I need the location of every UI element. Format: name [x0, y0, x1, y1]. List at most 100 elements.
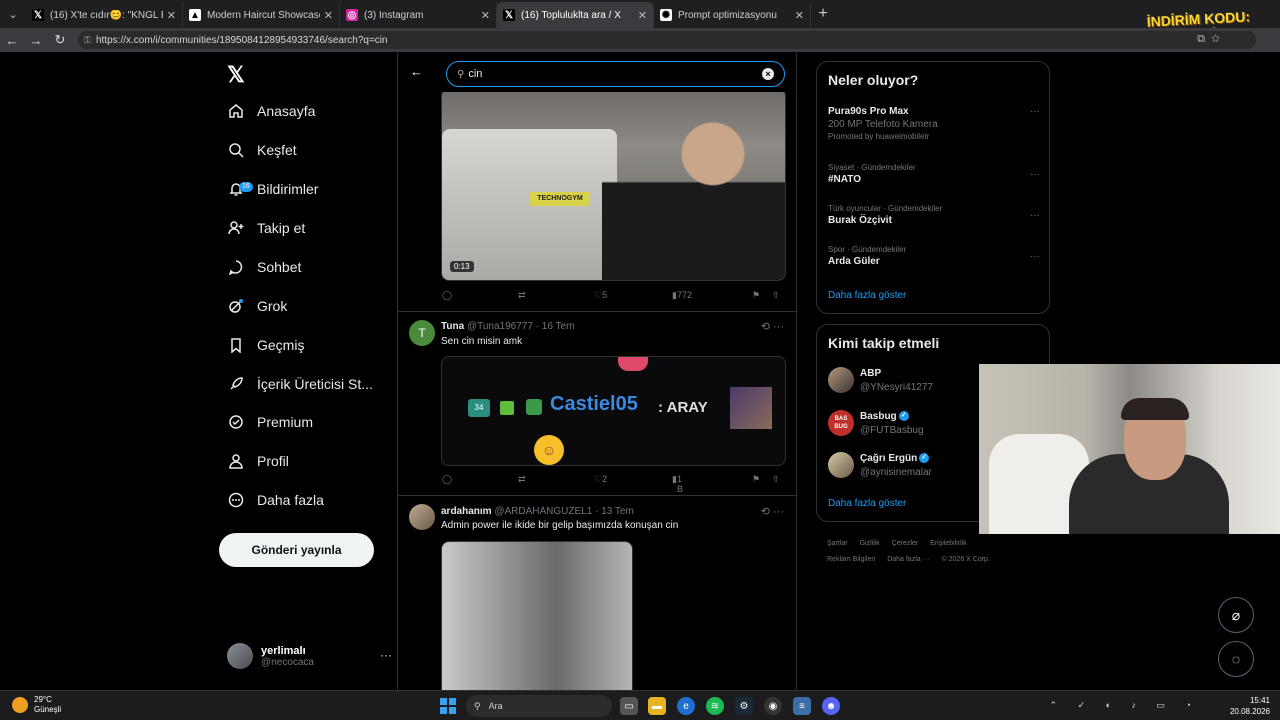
more-options-icon[interactable]: ⟲ ··· — [761, 505, 784, 518]
browser-tab-1[interactable]: ▲ Modern Haircut Showcase - Space ✕ — [183, 2, 340, 28]
chrome-icon[interactable]: ◉ — [764, 697, 782, 715]
tweet-handle[interactable]: @Tuna196777 — [467, 321, 533, 332]
browser-tab-4[interactable]: ✺ Prompt optimizasyonu ✕ — [654, 2, 811, 28]
nav-item-follow[interactable]: Takip et — [227, 213, 305, 243]
spotify-icon[interactable]: ≋ — [706, 697, 724, 715]
reply-icon[interactable]: ◯ — [442, 474, 452, 485]
back-arrow-icon[interactable]: ← — [410, 64, 423, 79]
site-info-icon[interactable]: ⚿ — [84, 35, 91, 46]
share-icon[interactable]: ⇧ — [772, 474, 780, 485]
back-button[interactable]: ← — [0, 33, 24, 48]
address-bar[interactable]: ⚿ https://x.com/i/communities/1895084128… — [78, 31, 1256, 49]
trend-item[interactable]: Türk oyuncular · Gündemdekiler Burak Özç… — [828, 204, 1040, 226]
tweet-date[interactable]: · 16 Tem — [536, 321, 575, 332]
more-options-icon[interactable]: ··· — [1030, 106, 1040, 117]
browser-tab-3[interactable]: 𝕏 (16) Topluluklta ara / X ✕ — [497, 2, 654, 28]
search-icon: ⚲ — [474, 700, 481, 711]
discord-icon[interactable]: ☻ — [822, 697, 840, 715]
copyright: © 2026 X Corp. — [941, 556, 990, 563]
nav-item-grok[interactable]: Grok — [227, 291, 287, 321]
steam-icon[interactable]: ⚙ — [735, 697, 753, 715]
footer-link[interactable]: Erişilebilirlik — [930, 540, 967, 547]
show-more-link[interactable]: Daha fazla göster — [828, 498, 906, 509]
more-options-icon[interactable]: ··· — [1030, 169, 1040, 180]
browser-tab-0[interactable]: 𝕏 (16) X'te cıdır😊: "KNGL EKİP (PAR ✕ — [26, 2, 183, 28]
tweet-author[interactable]: Tuna — [441, 321, 464, 332]
footer-link[interactable]: Daha fazla ··· — [887, 556, 929, 563]
nav-label: Keşfet — [257, 142, 297, 158]
close-tab-icon[interactable]: ✕ — [324, 9, 333, 22]
tweet-image[interactable]: 34 Castiel05 : ARAY ☺ — [441, 356, 786, 466]
avatar[interactable]: T — [409, 320, 435, 346]
tab-title: (16) X'te cıdır😊: "KNGL EKİP (PAR — [50, 9, 163, 21]
windows-start-icon[interactable] — [440, 698, 456, 714]
views-button[interactable]: ▮ 772 — [672, 290, 692, 301]
tab-list-button[interactable]: ⌄ — [0, 0, 26, 28]
reload-button[interactable]: ↻ — [48, 32, 72, 48]
bookmark-icon[interactable]: ⚑ — [752, 474, 760, 485]
more-options-icon[interactable]: ··· — [1030, 251, 1040, 262]
x-logo-icon[interactable]: 𝕏 — [227, 62, 245, 88]
nav-item-history[interactable]: Geçmiş — [227, 330, 304, 360]
retweet-icon[interactable]: ⇄ — [518, 290, 526, 301]
close-tab-icon[interactable]: ✕ — [481, 9, 490, 22]
clear-search-icon[interactable]: × — [762, 68, 774, 80]
taskbar-search[interactable]: ⚲ Ara — [466, 695, 612, 717]
close-tab-icon[interactable]: ✕ — [795, 9, 804, 22]
footer-link[interactable]: Çerezler — [892, 540, 918, 547]
forward-button[interactable]: → — [24, 33, 48, 48]
trend-item[interactable]: Siyaset · Gündemdekiler #NATO ··· — [828, 163, 1040, 185]
chatgpt-favicon-icon: ✺ — [660, 9, 672, 21]
new-tab-button[interactable]: + — [811, 5, 835, 23]
bookmark-icon[interactable]: ⚑ — [752, 290, 760, 301]
tab-title: Prompt optimizasyonu — [678, 9, 777, 21]
footer-link[interactable]: Şartlar — [827, 540, 848, 547]
edge-icon[interactable]: e — [677, 697, 695, 715]
show-more-link[interactable]: Daha fazla göster — [828, 290, 906, 301]
close-tab-icon[interactable]: ✕ — [638, 9, 647, 22]
trend-item[interactable]: Pura90s Pro Max 200 MP Telefoto Kamera P… — [828, 104, 1040, 141]
more-options-icon[interactable]: ⟲ ··· — [761, 320, 784, 333]
footer-link[interactable]: Gizlilik — [860, 540, 880, 547]
address-bar-actions[interactable]: ⧉☆ — [1197, 33, 1226, 46]
browser-tab-2[interactable]: ◎ (3) Instagram ✕ — [340, 2, 497, 28]
avatar[interactable] — [409, 504, 435, 530]
tweet-author[interactable]: ardahanım — [441, 506, 492, 517]
like-button[interactable]: ♡ 2 — [594, 474, 607, 485]
nav-item-more[interactable]: Daha fazla — [227, 485, 324, 515]
account-switcher[interactable]: yerlimalı @necocaca ··· — [227, 640, 392, 672]
person-hair — [1121, 398, 1189, 420]
search-input[interactable] — [468, 68, 739, 80]
retweet-icon[interactable]: ⇄ — [518, 474, 526, 485]
nav-item-notifications[interactable]: 16 Bildirimler — [227, 174, 318, 204]
footer-link[interactable]: Reklam Bilgileri — [827, 556, 875, 563]
system-tray[interactable]: ⌃ ✓ ◐ ♪ ▭ ◔ — [1050, 700, 1200, 711]
reply-icon[interactable]: ◯ — [442, 290, 452, 301]
grok-floating-button[interactable]: ⌀ — [1218, 597, 1254, 633]
like-button[interactable]: ♡ 5 — [594, 290, 607, 301]
messages-floating-button[interactable]: ◌ — [1218, 641, 1254, 677]
weather-widget[interactable]: 29°C Güneşli — [12, 695, 61, 715]
task-view-icon[interactable]: ▭ — [620, 697, 638, 715]
tab-title: Modern Haircut Showcase - Space — [207, 9, 320, 21]
trend-item[interactable]: Spor · Gündemdekiler Arda Güler ··· — [828, 245, 1040, 267]
system-clock[interactable]: 15:41 20.08.2026 — [1230, 695, 1270, 717]
nav-item-explore[interactable]: Keşfet — [227, 135, 297, 165]
share-icon[interactable]: ⇧ — [772, 290, 780, 301]
post-button[interactable]: Gönderi yayınla — [219, 533, 374, 567]
nav-item-premium[interactable]: Premium — [227, 407, 313, 437]
nav-item-chat[interactable]: Sohbet — [227, 252, 301, 282]
close-tab-icon[interactable]: ✕ — [167, 9, 176, 22]
tweet-date[interactable]: · 13 Tem — [595, 506, 634, 517]
notepad-icon[interactable]: ≡ — [793, 697, 811, 715]
file-explorer-icon[interactable]: ▬ — [648, 697, 666, 715]
tweet-handle[interactable]: @ARDAHANGUZEL1 — [494, 506, 592, 517]
more-options-icon[interactable]: ··· — [1030, 210, 1040, 221]
tweet-video[interactable]: TECHNOGYM 0:13 — [441, 88, 786, 281]
more-options-icon[interactable]: ··· — [380, 648, 392, 662]
tweet-image[interactable] — [441, 541, 633, 690]
nav-item-creator-studio[interactable]: İçerik Üreticisi St... — [227, 369, 373, 399]
nav-item-home[interactable]: Anasayfa — [227, 96, 315, 126]
nav-item-profile[interactable]: Profil — [227, 446, 289, 476]
views-button[interactable]: ▮ 1 B — [672, 474, 683, 494]
